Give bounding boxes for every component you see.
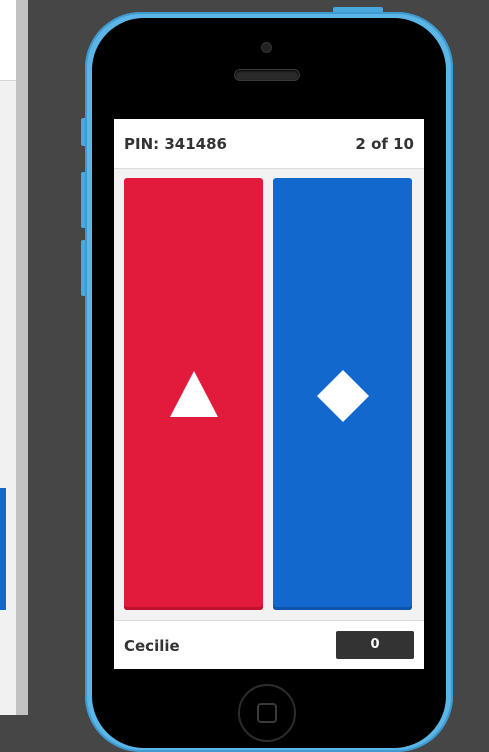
host-page-scrollbar[interactable]: [16, 0, 28, 715]
host-page-blue-button[interactable]: [0, 488, 6, 610]
answer-button-triangle[interactable]: [124, 178, 263, 610]
diamond-icon: [317, 370, 369, 422]
player-score: 0: [336, 631, 414, 659]
player-nickname: Cecilie: [124, 637, 180, 655]
home-button-square-icon: [257, 703, 277, 723]
question-counter: 2 of 10: [355, 135, 414, 153]
triangle-icon: [170, 371, 218, 417]
host-page-header: [0, 0, 16, 81]
host-page-panel: [0, 0, 28, 715]
game-header: PIN: 341486 2 of 10: [114, 119, 424, 169]
game-pin: PIN: 341486: [124, 135, 227, 153]
phone-speaker: [235, 70, 299, 80]
game-screen: PIN: 341486 2 of 10 Cecilie 0: [114, 119, 424, 669]
answer-button-diamond[interactable]: [273, 178, 412, 610]
player-bar: Cecilie 0: [114, 620, 424, 669]
phone-camera: [262, 43, 271, 52]
